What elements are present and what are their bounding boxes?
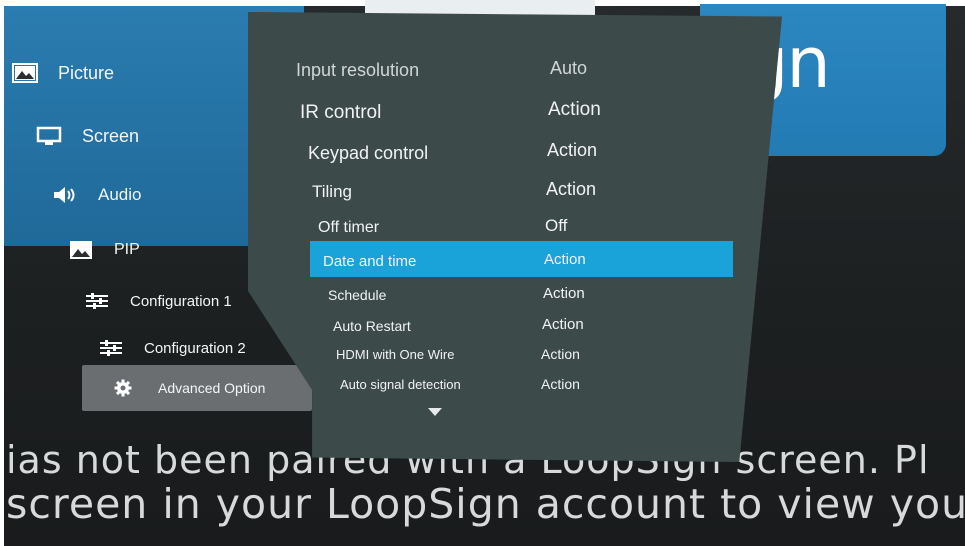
osd-row-value: Action bbox=[547, 140, 598, 160]
osd-row-label: Schedule bbox=[328, 287, 387, 303]
left-menu-label: Configuration 1 bbox=[130, 292, 232, 310]
osd-row-label: Auto Restart bbox=[333, 318, 411, 334]
left-menu-item-configuration-1[interactable]: Configuration 1 bbox=[84, 287, 232, 315]
osd-row-label: Off timer bbox=[318, 219, 380, 236]
tv-photo: gn ias not been paired with a LoopSign s… bbox=[0, 0, 965, 546]
osd-row-value: Action bbox=[544, 251, 586, 268]
osd-row-label: Tiling bbox=[312, 182, 352, 201]
picture-icon bbox=[12, 63, 38, 83]
left-menu-item-screen[interactable]: Screen bbox=[36, 121, 139, 151]
osd-row-value: Auto bbox=[550, 58, 588, 78]
osd-row-ir-control[interactable]: IR control Action bbox=[300, 99, 700, 124]
osd-row-keypad-control[interactable]: Keypad control Action bbox=[308, 140, 708, 164]
left-menu-label: Audio bbox=[98, 185, 142, 204]
osd-row-label: Auto signal detection bbox=[340, 377, 461, 392]
left-menu-label: Configuration 2 bbox=[144, 339, 246, 357]
speaker-icon bbox=[52, 185, 78, 205]
left-menu-item-configuration-2[interactable]: Configuration 2 bbox=[98, 334, 246, 362]
osd-row-label: IR control bbox=[300, 102, 382, 123]
osd-row-auto-restart[interactable]: Auto Restart Action bbox=[333, 316, 733, 334]
left-menu-label: PIP bbox=[114, 241, 140, 258]
left-menu-label: Picture bbox=[58, 62, 115, 83]
left-menu-item-audio[interactable]: Audio bbox=[52, 181, 141, 209]
pip-icon bbox=[68, 240, 94, 260]
monitor-icon bbox=[36, 126, 62, 146]
osd-row-input-resolution[interactable]: Input resolution Auto bbox=[296, 58, 696, 81]
gear-icon bbox=[110, 378, 136, 398]
background-message-line-2: screen in your LoopSign account to view … bbox=[6, 480, 965, 528]
left-menu-item-advanced-option[interactable]: Advanced Option bbox=[82, 365, 312, 411]
osd-row-value: Action bbox=[541, 376, 580, 392]
osd-row-value: Action bbox=[541, 346, 580, 362]
osd-row-date-and-time[interactable]: Date and time Action bbox=[323, 251, 723, 270]
sliders-icon bbox=[84, 291, 110, 311]
chevron-down-icon[interactable] bbox=[428, 408, 442, 416]
osd-row-value: Action bbox=[548, 99, 601, 120]
osd-row-off-timer[interactable]: Off timer Off bbox=[318, 216, 718, 237]
left-menu-item-pip[interactable]: PIP bbox=[68, 236, 140, 264]
osd-row-schedule[interactable]: Schedule Action bbox=[328, 285, 728, 303]
osd-row-label: Keypad control bbox=[308, 143, 429, 163]
osd-row-auto-signal-detection[interactable]: Auto signal detection Action bbox=[340, 376, 740, 392]
left-menu-label: Advanced Option bbox=[158, 380, 266, 396]
osd-row-hdmi-with-one-wire[interactable]: HDMI with One Wire Action bbox=[336, 346, 736, 362]
osd-row-label: HDMI with One Wire bbox=[336, 347, 455, 362]
osd-row-value: Action bbox=[546, 179, 597, 199]
osd-row-label: Date and time bbox=[323, 253, 417, 270]
osd-row-value: Action bbox=[542, 316, 584, 333]
osd-row-value: Off bbox=[545, 216, 568, 235]
left-menu-label: Screen bbox=[82, 125, 140, 146]
sliders-icon bbox=[98, 338, 124, 358]
left-menu-item-picture[interactable]: Picture bbox=[12, 58, 114, 88]
osd-row-tiling[interactable]: Tiling Action bbox=[312, 179, 712, 202]
osd-row-label: Input resolution bbox=[296, 60, 420, 80]
osd-row-value: Action bbox=[543, 285, 585, 302]
